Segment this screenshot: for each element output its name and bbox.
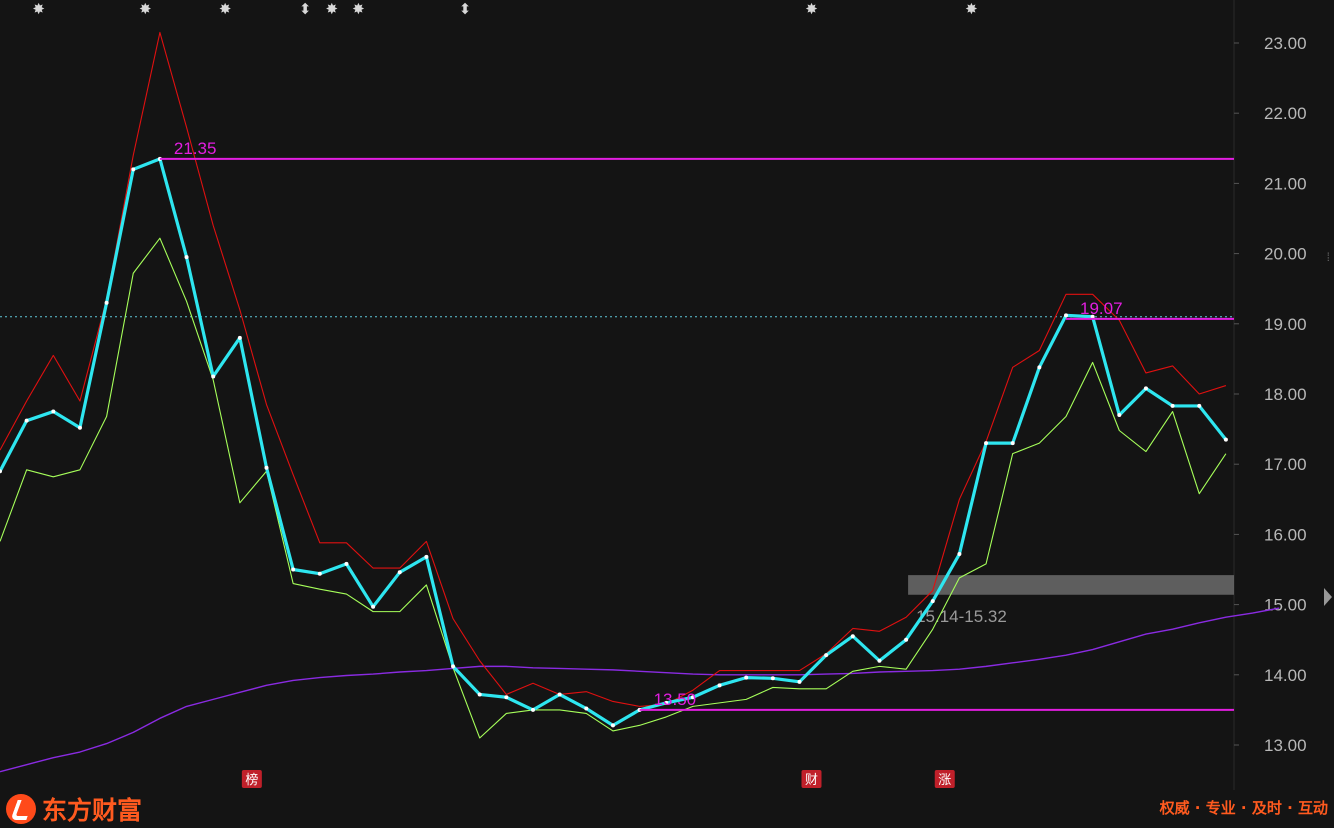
main-point: [770, 676, 775, 681]
main-point: [904, 637, 909, 642]
main-point: [77, 425, 82, 430]
bottom-marker-label: 涨: [938, 773, 951, 788]
main-point: [451, 664, 456, 669]
level-label: 21.35: [174, 139, 217, 158]
main-point: [291, 567, 296, 572]
main-point: [344, 561, 349, 566]
series-lower-line: [0, 237, 1227, 739]
main-point: [1037, 365, 1042, 370]
bottom-marker-label: 财: [805, 773, 818, 788]
scroll-grip-icon[interactable]: ⁞: [1327, 250, 1330, 264]
bottom-marker-label: 榜: [245, 772, 258, 788]
main-point: [1143, 386, 1148, 391]
series-main-line: [0, 157, 1228, 727]
level-label: 13.50: [654, 690, 697, 709]
y-tick-label: 23.00: [1264, 34, 1307, 53]
main-point: [717, 683, 722, 688]
main-point: [1197, 403, 1202, 408]
range-band: [908, 575, 1234, 595]
y-tick-label: 20.00: [1264, 245, 1307, 264]
event-marker-icon: ✸: [352, 0, 365, 18]
y-tick-label: 14.00: [1264, 666, 1307, 685]
main-point: [824, 653, 829, 658]
event-marker-icon: ⬍: [299, 0, 312, 18]
main-point: [51, 409, 56, 414]
main-point: [850, 634, 855, 639]
event-marker-icon: ✸: [139, 0, 152, 18]
series-upper-line: [0, 31, 1227, 707]
y-tick-label: 22.00: [1264, 104, 1307, 123]
main-point: [531, 707, 535, 712]
event-marker-icon: ✸: [326, 0, 339, 18]
main-point: [477, 692, 482, 697]
main-point: [371, 604, 376, 609]
level-label: 19.07: [1080, 299, 1123, 318]
brand-logo: 东方财富: [6, 794, 143, 825]
main-point: [957, 552, 962, 557]
y-tick-label: 17.00: [1264, 455, 1307, 474]
main-point: [1170, 403, 1175, 408]
price-chart[interactable]: 23.00 22.00 21.00 20.00 19.00 18.00 17.00 16.00…: [0, 0, 1334, 828]
y-tick-label: 21.00: [1264, 174, 1307, 193]
series-ma-line: [0, 607, 1280, 773]
main-point: [317, 571, 322, 576]
main-point: [1010, 441, 1015, 446]
eastmoney-logo-icon: [6, 794, 36, 824]
main-point: [424, 554, 429, 559]
main-point: [1223, 437, 1228, 442]
main-point: [397, 570, 402, 575]
main-point: [744, 675, 749, 680]
event-marker-icon: ✸: [965, 0, 978, 18]
brand-slogan: 权威 · 专业 · 及时 · 互动: [1159, 799, 1328, 817]
main-point: [877, 658, 882, 663]
y-tick-label: 19.00: [1264, 315, 1307, 334]
event-marker-icon: ✸: [32, 0, 45, 18]
main-point: [104, 300, 109, 305]
main-point: [930, 599, 935, 604]
main-point: [1064, 313, 1068, 318]
main-point: [504, 695, 509, 700]
main-point: [131, 167, 136, 172]
event-marker-icon: ✸: [219, 0, 232, 18]
y-tick-label: 18.00: [1264, 385, 1307, 404]
main-point: [984, 441, 989, 446]
main-point: [610, 723, 615, 728]
event-marker-icon: ✸: [805, 0, 818, 18]
y-tick-label: 13.00: [1264, 736, 1307, 755]
main-point: [797, 679, 802, 684]
main-point: [24, 418, 29, 423]
main-point: [211, 374, 216, 379]
y-tick-label: 16.00: [1264, 525, 1307, 544]
event-marker-icon: ⬍: [459, 0, 472, 18]
range-band-label: 15.14-15.32: [916, 607, 1007, 626]
y-tick-label: 15.00: [1264, 596, 1307, 615]
brand-name: 东方财富: [42, 796, 143, 825]
main-point: [584, 706, 589, 711]
main-point: [557, 692, 562, 697]
main-point: [184, 255, 189, 260]
scroll-right-arrow-icon[interactable]: [1324, 588, 1332, 606]
main-point: [264, 465, 269, 470]
main-point: [237, 335, 242, 340]
main-point: [1117, 413, 1122, 418]
